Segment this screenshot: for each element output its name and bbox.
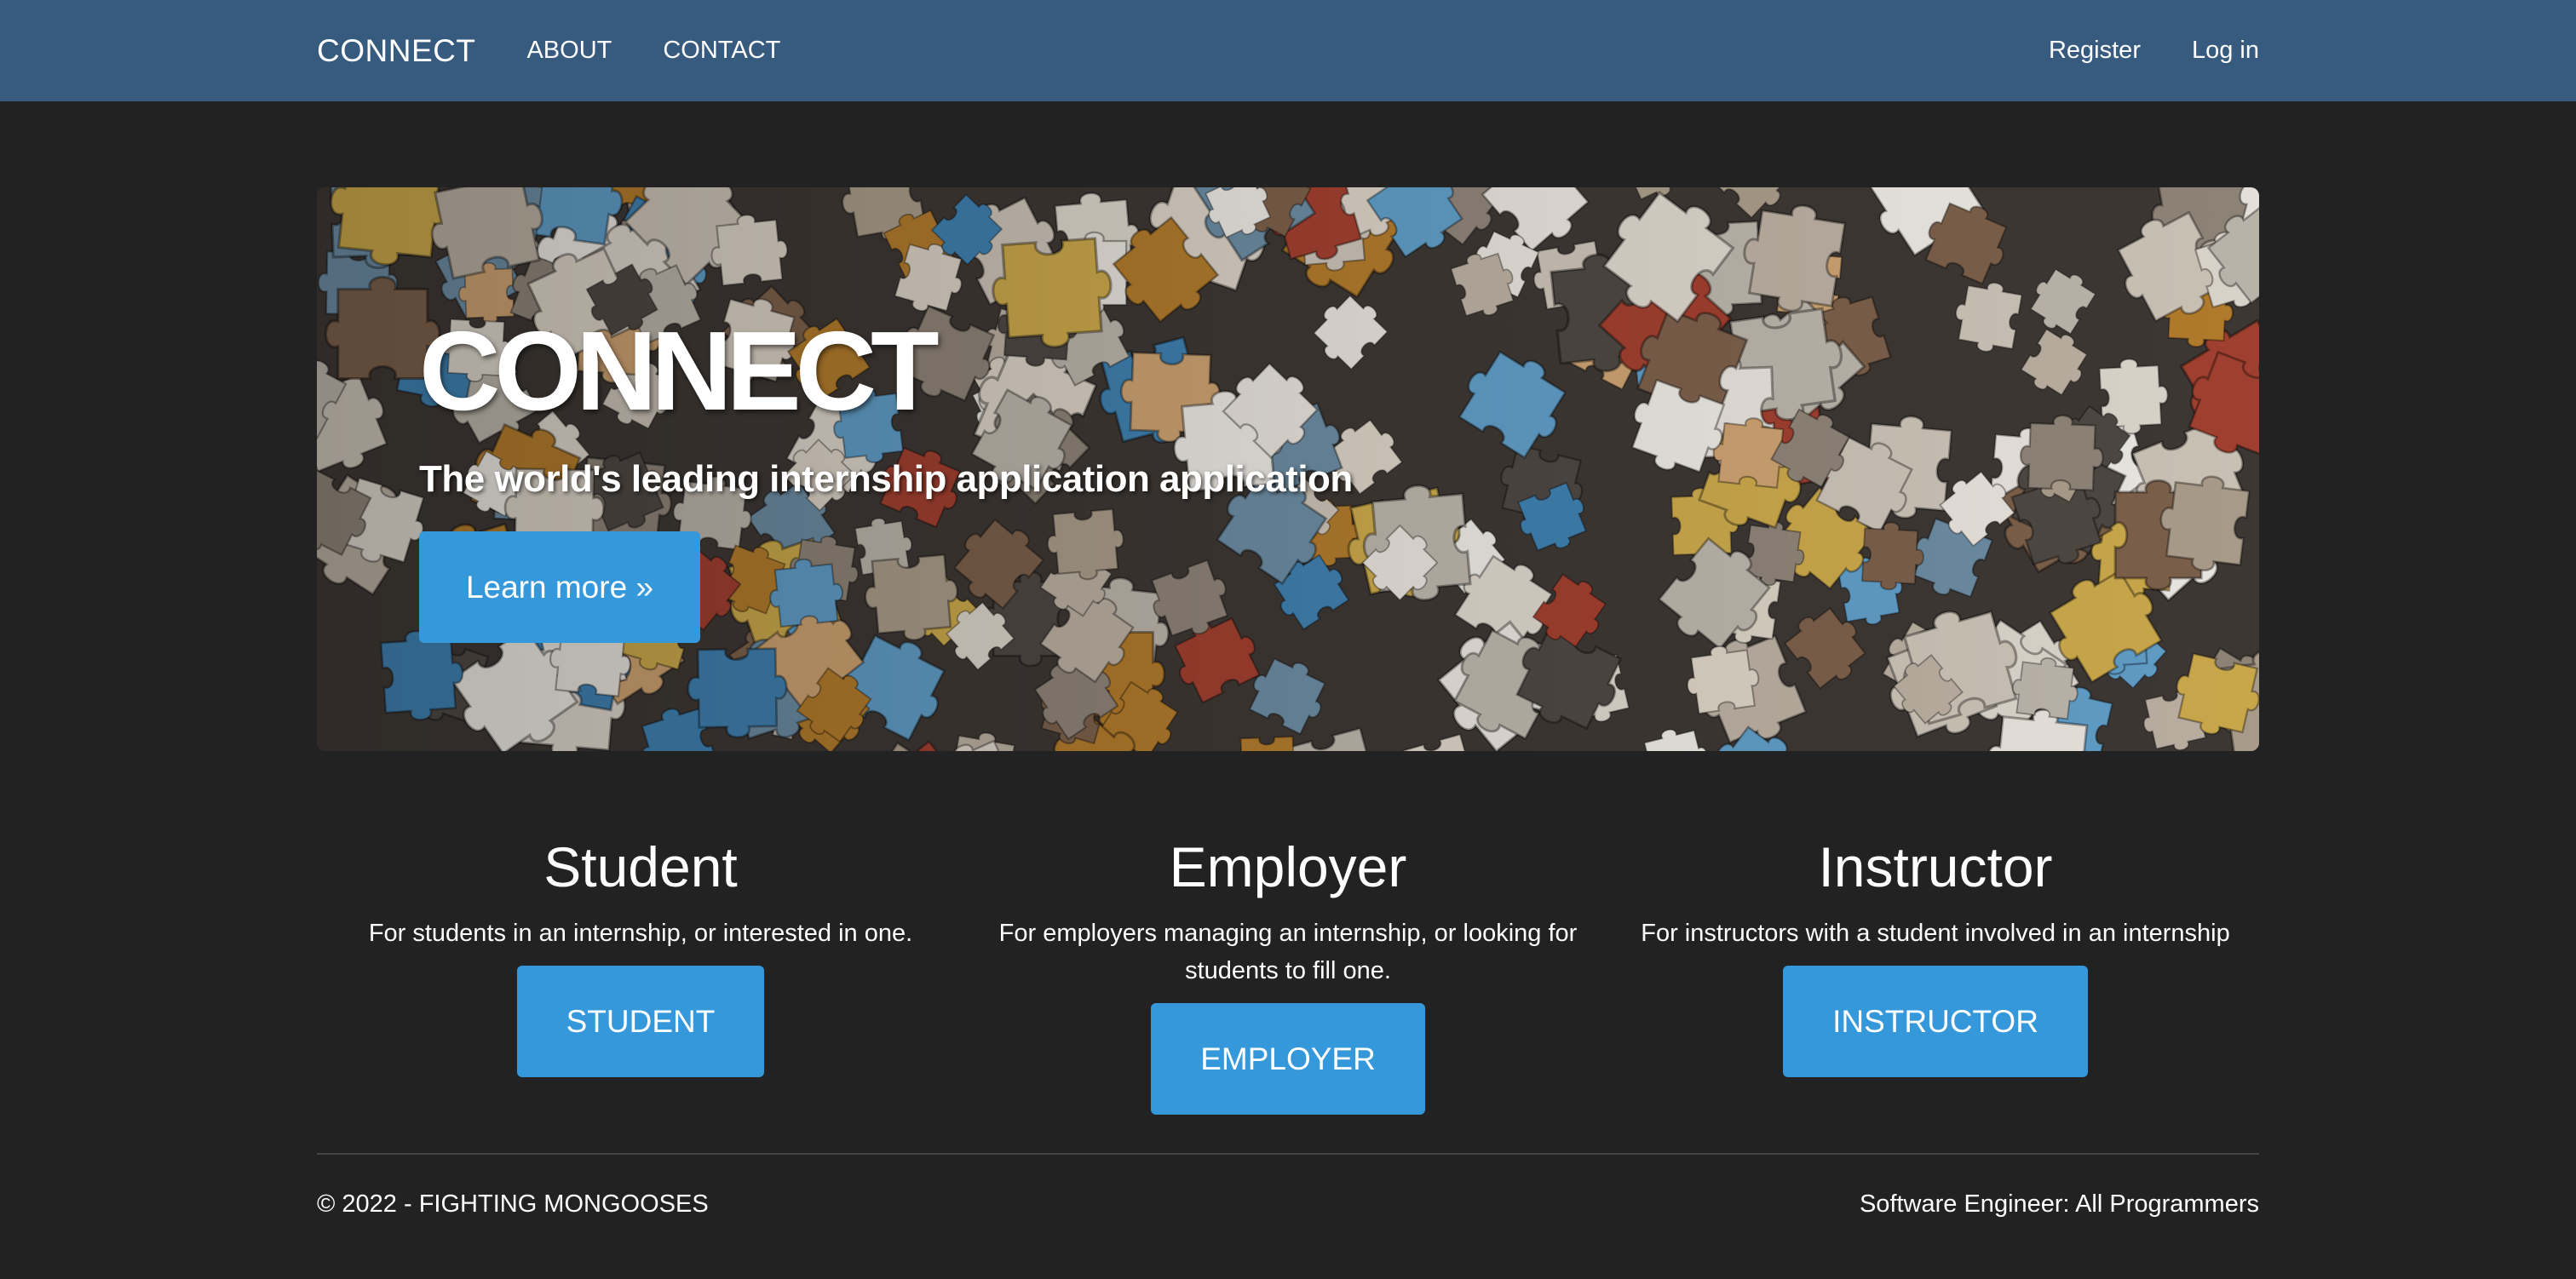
instructor-button[interactable]: INSTRUCTOR (1783, 966, 2088, 1077)
navbar-inner: CONNECT ABOUT CONTACT Register Log in (317, 0, 2259, 101)
employer-description: For employers managing an internship, or… (998, 920, 1578, 984)
footer-copyright: © 2022 - FIGHTING MONGOOSES (317, 1190, 709, 1218)
navbar-account-links: Register Log in (1998, 37, 2259, 65)
instructor-column: Instructor For instructors with a studen… (1612, 826, 2259, 1115)
student-heading: Student (543, 835, 738, 898)
employer-heading: Employer (1169, 835, 1407, 898)
hero-title: CONNECT (419, 308, 940, 433)
navbar: CONNECT ABOUT CONTACT Register Log in (0, 0, 2576, 101)
hero-jumbotron: CONNECT The world's leading internship a… (317, 187, 2259, 751)
register-link[interactable]: Register (2049, 37, 2141, 65)
brand-link[interactable]: CONNECT (317, 33, 475, 69)
student-description: For students in an internship, or intere… (368, 920, 913, 947)
role-columns: Student For students in an internship, o… (317, 826, 2259, 1115)
footer-divider (317, 1153, 2259, 1155)
nav-link-about[interactable]: ABOUT (526, 37, 612, 65)
nav-link-contact[interactable]: CONTACT (663, 37, 780, 65)
login-link[interactable]: Log in (2192, 37, 2259, 65)
footer-credit: Software Engineer: All Programmers (1859, 1190, 2259, 1218)
employer-column: Employer For employers managing an inter… (964, 826, 1612, 1115)
student-button[interactable]: STUDENT (516, 966, 765, 1077)
student-column: Student For students in an internship, o… (317, 826, 964, 1115)
hero-subtitle: The world's leading internship applicati… (419, 458, 1353, 500)
instructor-description: For instructors with a student involved … (1641, 920, 2230, 947)
instructor-heading: Instructor (1818, 835, 2053, 898)
employer-button[interactable]: EMPLOYER (1151, 1003, 1425, 1115)
learn-more-button[interactable]: Learn more » (419, 531, 700, 643)
